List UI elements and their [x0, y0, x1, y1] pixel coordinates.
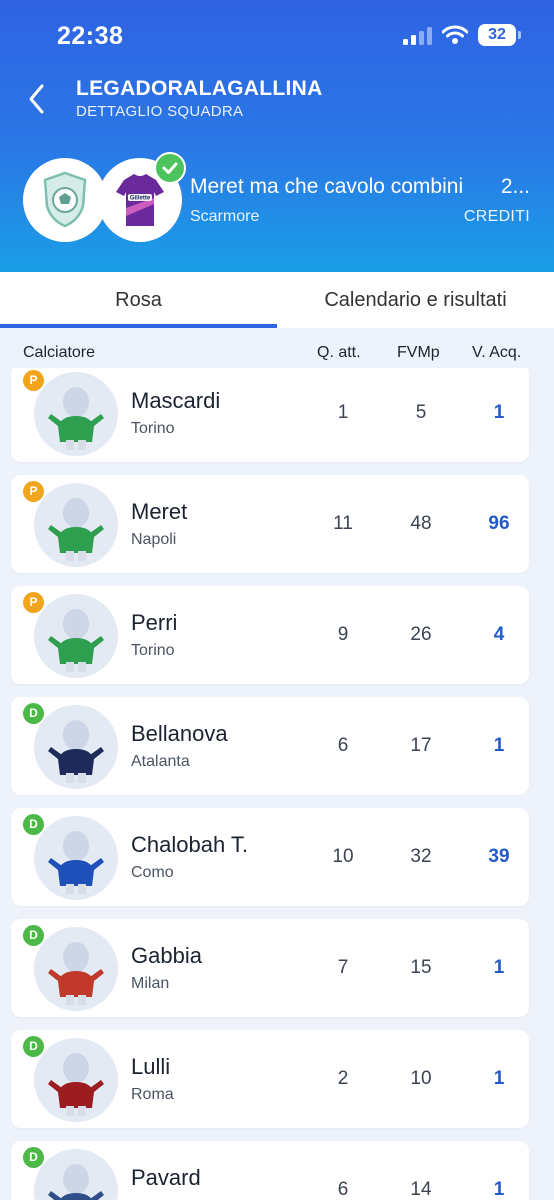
player-avatar	[34, 1149, 118, 1200]
player-team: Milan	[131, 975, 170, 992]
status-bar: 22:38 32	[0, 0, 554, 72]
player-name: Chalobah T.	[131, 832, 249, 857]
player-card[interactable]: P Meret Napoli 11 48 96	[11, 475, 529, 573]
team-header: 22:38 32 LEGADORALAGALLINA DETTAGLIO SQU…	[0, 0, 554, 272]
player-avatar	[34, 816, 118, 900]
player-avatar	[34, 594, 118, 678]
player-purchase-value: 39	[488, 846, 510, 867]
player-quotation: 7	[337, 957, 349, 978]
player-quotation: 10	[332, 846, 354, 867]
player-purchase-value: 1	[493, 1179, 505, 1200]
player-card[interactable]: P Mascardi Torino 1 5 1	[11, 368, 529, 462]
battery-icon: 32	[478, 24, 521, 46]
player-team: Roma	[131, 1086, 174, 1103]
team-name: Meret ma che cavolo combini	[190, 175, 464, 198]
player-list: P Mascardi Torino 1 5 1 P Meret Napoli 1…	[0, 368, 554, 1200]
column-purchase-value[interactable]: V. Acq.	[472, 344, 521, 362]
player-fvm: 32	[410, 846, 432, 867]
player-avatar	[34, 705, 118, 789]
player-avatar	[34, 927, 118, 1011]
player-purchase-value: 1	[493, 402, 505, 423]
player-card[interactable]: P Perri Torino 9 26 4	[11, 586, 529, 684]
team-credits-value: 2...	[500, 175, 530, 198]
role-badge: D	[23, 925, 44, 946]
player-purchase-value: 1	[493, 735, 505, 756]
role-badge: P	[23, 370, 44, 391]
player-fvm: 14	[410, 1179, 432, 1200]
tab-bar: Rosa Calendario e risultati	[0, 272, 554, 328]
player-name: Lulli	[131, 1054, 171, 1079]
tab-calendario[interactable]: Calendario e risultati	[277, 272, 554, 328]
player-quotation: 1	[337, 402, 349, 423]
tab-rosa[interactable]: Rosa	[0, 272, 277, 328]
player-name: Gabbia	[131, 943, 202, 968]
cellular-signal-icon	[403, 25, 432, 45]
svg-text:Gillette: Gillette	[130, 196, 151, 202]
player-avatar	[34, 483, 118, 567]
role-badge: P	[23, 592, 44, 613]
player-card[interactable]: D Pavard 6 14 1	[11, 1141, 529, 1200]
player-fvm: 10	[410, 1068, 432, 1089]
player-purchase-value: 4	[493, 624, 505, 645]
player-quotation: 6	[337, 1179, 349, 1200]
player-card[interactable]: D Chalobah T. Como 10 32 39	[11, 808, 529, 906]
back-chevron-icon[interactable]	[24, 82, 54, 116]
role-badge: D	[23, 1036, 44, 1057]
status-icons: 32	[403, 24, 521, 46]
player-name: Meret	[131, 499, 188, 524]
wifi-icon	[442, 25, 468, 44]
player-team: Napoli	[131, 531, 177, 548]
status-time: 22:38	[57, 22, 124, 50]
role-badge: D	[23, 1147, 44, 1168]
player-purchase-value: 1	[493, 957, 505, 978]
player-card[interactable]: D Gabbia Milan 7 15 1	[11, 919, 529, 1017]
player-fvm: 15	[410, 957, 432, 978]
column-player[interactable]: Calciatore	[23, 344, 95, 362]
player-name: Bellanova	[131, 721, 228, 746]
player-name: Mascardi	[131, 388, 221, 413]
verified-check-icon	[154, 152, 186, 184]
player-team: Torino	[131, 420, 175, 437]
role-badge: D	[23, 703, 44, 724]
player-purchase-value: 96	[488, 513, 510, 534]
player-team: Atalanta	[131, 753, 190, 770]
player-quotation: 11	[333, 513, 353, 534]
player-team: Como	[131, 864, 174, 881]
credits-label: CREDITI	[463, 208, 530, 225]
player-avatar	[34, 1038, 118, 1122]
player-card[interactable]: D Lulli Roma 2 10 1	[11, 1030, 529, 1128]
page-subtitle: DETTAGLIO SQUADRA	[76, 103, 244, 120]
player-quotation: 6	[337, 735, 349, 756]
column-quotation[interactable]: Q. att.	[317, 344, 361, 362]
player-fvm: 26	[410, 624, 432, 645]
role-badge: P	[23, 481, 44, 502]
team-owner: Scarmore	[190, 208, 260, 225]
player-card[interactable]: D Bellanova Atalanta 6 17 1	[11, 697, 529, 795]
player-fvm: 17	[410, 735, 432, 756]
player-name: Pavard	[131, 1165, 201, 1190]
role-badge: D	[23, 814, 44, 835]
team-crest-icon	[23, 158, 107, 242]
player-fvm: 5	[415, 402, 427, 423]
player-quotation: 2	[337, 1068, 349, 1089]
player-purchase-value: 1	[493, 1068, 505, 1089]
player-team: Torino	[131, 642, 175, 659]
league-title: LEGADORALAGALLINA	[76, 77, 323, 100]
column-fvm[interactable]: FVMp	[397, 344, 440, 362]
player-fvm: 48	[410, 513, 432, 534]
player-name: Perri	[131, 610, 178, 635]
player-quotation: 9	[337, 624, 349, 645]
player-avatar	[34, 372, 118, 456]
